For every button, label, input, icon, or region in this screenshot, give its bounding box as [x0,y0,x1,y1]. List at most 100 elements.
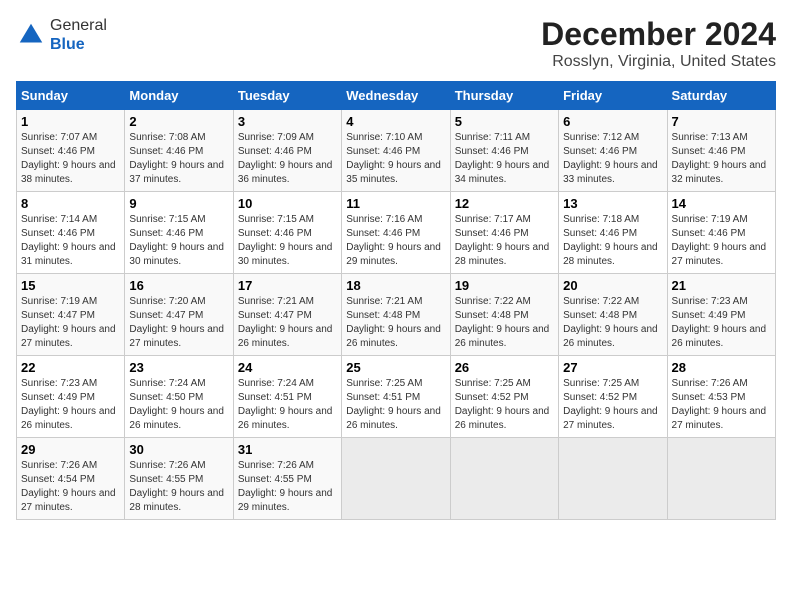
day-number: 1 [21,114,120,129]
day-number: 25 [346,360,445,375]
day-number: 16 [129,278,228,293]
day-number: 19 [455,278,554,293]
day-info: Sunrise: 7:10 AMSunset: 4:46 PMDaylight:… [346,132,441,185]
day-number: 20 [563,278,662,293]
day-number: 6 [563,114,662,129]
day-info: Sunrise: 7:14 AMSunset: 4:46 PMDaylight:… [21,214,116,267]
day-number: 8 [21,196,120,211]
calendar-cell: 5 Sunrise: 7:11 AMSunset: 4:46 PMDayligh… [450,110,558,192]
day-info: Sunrise: 7:24 AMSunset: 4:51 PMDaylight:… [238,378,333,431]
day-number: 22 [21,360,120,375]
calendar-cell: 29 Sunrise: 7:26 AMSunset: 4:54 PMDaylig… [17,438,125,520]
calendar-cell: 4 Sunrise: 7:10 AMSunset: 4:46 PMDayligh… [342,110,450,192]
calendar-cell: 3 Sunrise: 7:09 AMSunset: 4:46 PMDayligh… [233,110,341,192]
calendar-cell: 11 Sunrise: 7:16 AMSunset: 4:46 PMDaylig… [342,192,450,274]
day-number: 23 [129,360,228,375]
calendar-cell: 14 Sunrise: 7:19 AMSunset: 4:46 PMDaylig… [667,192,775,274]
day-number: 28 [672,360,771,375]
col-tuesday: Tuesday [233,82,341,110]
logo: General Blue [16,16,107,54]
logo-text: General Blue [50,16,107,54]
calendar-cell [342,438,450,520]
calendar-cell: 22 Sunrise: 7:23 AMSunset: 4:49 PMDaylig… [17,356,125,438]
day-number: 17 [238,278,337,293]
col-saturday: Saturday [667,82,775,110]
calendar-cell: 27 Sunrise: 7:25 AMSunset: 4:52 PMDaylig… [559,356,667,438]
day-number: 2 [129,114,228,129]
day-number: 7 [672,114,771,129]
day-info: Sunrise: 7:26 AMSunset: 4:53 PMDaylight:… [672,378,767,431]
day-number: 4 [346,114,445,129]
col-friday: Friday [559,82,667,110]
day-number: 5 [455,114,554,129]
calendar-cell: 25 Sunrise: 7:25 AMSunset: 4:51 PMDaylig… [342,356,450,438]
day-info: Sunrise: 7:24 AMSunset: 4:50 PMDaylight:… [129,378,224,431]
day-info: Sunrise: 7:26 AMSunset: 4:54 PMDaylight:… [21,460,116,513]
calendar-cell: 7 Sunrise: 7:13 AMSunset: 4:46 PMDayligh… [667,110,775,192]
calendar-cell [667,438,775,520]
calendar-cell: 18 Sunrise: 7:21 AMSunset: 4:48 PMDaylig… [342,274,450,356]
day-info: Sunrise: 7:26 AMSunset: 4:55 PMDaylight:… [238,460,333,513]
calendar-cell: 28 Sunrise: 7:26 AMSunset: 4:53 PMDaylig… [667,356,775,438]
day-info: Sunrise: 7:11 AMSunset: 4:46 PMDaylight:… [455,132,550,185]
col-thursday: Thursday [450,82,558,110]
day-number: 18 [346,278,445,293]
calendar-row: 8 Sunrise: 7:14 AMSunset: 4:46 PMDayligh… [17,192,776,274]
calendar-cell: 1 Sunrise: 7:07 AMSunset: 4:46 PMDayligh… [17,110,125,192]
day-info: Sunrise: 7:23 AMSunset: 4:49 PMDaylight:… [672,296,767,349]
calendar-cell: 8 Sunrise: 7:14 AMSunset: 4:46 PMDayligh… [17,192,125,274]
calendar-row: 22 Sunrise: 7:23 AMSunset: 4:49 PMDaylig… [17,356,776,438]
calendar-cell: 16 Sunrise: 7:20 AMSunset: 4:47 PMDaylig… [125,274,233,356]
day-info: Sunrise: 7:22 AMSunset: 4:48 PMDaylight:… [563,296,658,349]
day-info: Sunrise: 7:25 AMSunset: 4:51 PMDaylight:… [346,378,441,431]
day-number: 13 [563,196,662,211]
day-info: Sunrise: 7:25 AMSunset: 4:52 PMDaylight:… [455,378,550,431]
calendar-cell: 23 Sunrise: 7:24 AMSunset: 4:50 PMDaylig… [125,356,233,438]
calendar-cell: 2 Sunrise: 7:08 AMSunset: 4:46 PMDayligh… [125,110,233,192]
title-block: December 2024 Rosslyn, Virginia, United … [541,16,776,71]
calendar-cell [559,438,667,520]
day-number: 29 [21,442,120,457]
page-subtitle: Rosslyn, Virginia, United States [541,53,776,71]
calendar-cell: 20 Sunrise: 7:22 AMSunset: 4:48 PMDaylig… [559,274,667,356]
day-number: 26 [455,360,554,375]
day-info: Sunrise: 7:08 AMSunset: 4:46 PMDaylight:… [129,132,224,185]
day-number: 21 [672,278,771,293]
day-number: 31 [238,442,337,457]
day-info: Sunrise: 7:21 AMSunset: 4:47 PMDaylight:… [238,296,333,349]
day-number: 27 [563,360,662,375]
day-info: Sunrise: 7:13 AMSunset: 4:46 PMDaylight:… [672,132,767,185]
calendar-cell: 21 Sunrise: 7:23 AMSunset: 4:49 PMDaylig… [667,274,775,356]
calendar-cell: 9 Sunrise: 7:15 AMSunset: 4:46 PMDayligh… [125,192,233,274]
calendar-cell: 10 Sunrise: 7:15 AMSunset: 4:46 PMDaylig… [233,192,341,274]
page-container: General Blue December 2024 Rosslyn, Virg… [0,0,792,528]
calendar-cell [450,438,558,520]
calendar-cell: 12 Sunrise: 7:17 AMSunset: 4:46 PMDaylig… [450,192,558,274]
day-number: 30 [129,442,228,457]
day-number: 15 [21,278,120,293]
day-info: Sunrise: 7:23 AMSunset: 4:49 PMDaylight:… [21,378,116,431]
day-number: 3 [238,114,337,129]
day-info: Sunrise: 7:19 AMSunset: 4:47 PMDaylight:… [21,296,116,349]
day-info: Sunrise: 7:16 AMSunset: 4:46 PMDaylight:… [346,214,441,267]
day-info: Sunrise: 7:26 AMSunset: 4:55 PMDaylight:… [129,460,224,513]
day-info: Sunrise: 7:20 AMSunset: 4:47 PMDaylight:… [129,296,224,349]
calendar-cell: 30 Sunrise: 7:26 AMSunset: 4:55 PMDaylig… [125,438,233,520]
day-info: Sunrise: 7:18 AMSunset: 4:46 PMDaylight:… [563,214,658,267]
calendar-table: Sunday Monday Tuesday Wednesday Thursday… [16,81,776,520]
page-header: General Blue December 2024 Rosslyn, Virg… [16,16,776,71]
col-monday: Monday [125,82,233,110]
calendar-cell: 17 Sunrise: 7:21 AMSunset: 4:47 PMDaylig… [233,274,341,356]
col-wednesday: Wednesday [342,82,450,110]
calendar-cell: 31 Sunrise: 7:26 AMSunset: 4:55 PMDaylig… [233,438,341,520]
calendar-cell: 15 Sunrise: 7:19 AMSunset: 4:47 PMDaylig… [17,274,125,356]
day-info: Sunrise: 7:22 AMSunset: 4:48 PMDaylight:… [455,296,550,349]
calendar-cell: 24 Sunrise: 7:24 AMSunset: 4:51 PMDaylig… [233,356,341,438]
day-info: Sunrise: 7:07 AMSunset: 4:46 PMDaylight:… [21,132,116,185]
day-number: 10 [238,196,337,211]
calendar-cell: 26 Sunrise: 7:25 AMSunset: 4:52 PMDaylig… [450,356,558,438]
calendar-row: 1 Sunrise: 7:07 AMSunset: 4:46 PMDayligh… [17,110,776,192]
day-info: Sunrise: 7:25 AMSunset: 4:52 PMDaylight:… [563,378,658,431]
day-info: Sunrise: 7:15 AMSunset: 4:46 PMDaylight:… [238,214,333,267]
day-info: Sunrise: 7:19 AMSunset: 4:46 PMDaylight:… [672,214,767,267]
